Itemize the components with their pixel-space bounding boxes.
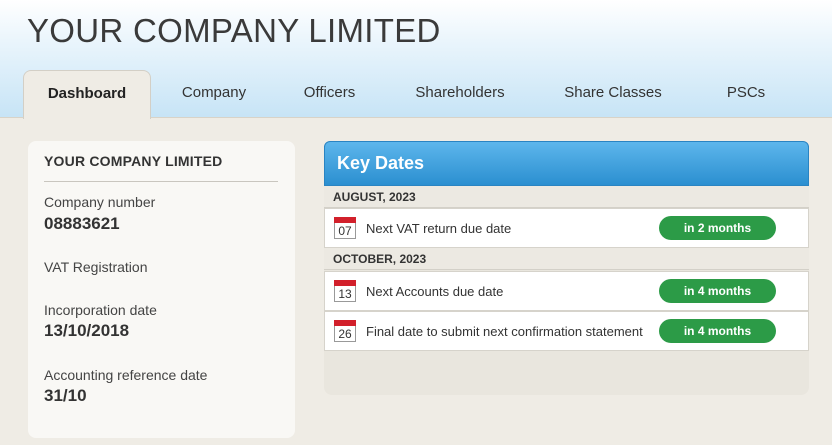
key-date-row[interactable]: 26 Final date to submit next confirmatio… <box>324 311 809 351</box>
incorporation-date-value: 13/10/2018 <box>44 321 130 340</box>
due-badge: in 4 months <box>659 279 776 303</box>
company-card-title: YOUR COMPANY LIMITED <box>44 153 223 169</box>
calendar-icon: 13 <box>334 280 356 302</box>
calendar-day: 26 <box>338 327 352 341</box>
key-dates-panel: Key Dates AUGUST, 2023 07 Next VAT retur… <box>324 141 809 395</box>
page-header: YOUR COMPANY LIMITED Dashboard Company O… <box>0 0 832 119</box>
calendar-day: 13 <box>338 287 352 301</box>
key-date-label: Next VAT return due date <box>366 221 512 236</box>
company-number-label: Company number <box>44 194 156 210</box>
company-number-value: 08883621 <box>44 214 120 233</box>
vat-registration-label: VAT Registration <box>44 259 148 275</box>
month-group-header: AUGUST, 2023 <box>324 186 809 208</box>
key-date-row[interactable]: 07 Next VAT return due date in 2 months <box>324 208 809 248</box>
incorporation-date-label: Incorporation date <box>44 302 157 318</box>
tab-dashboard[interactable]: Dashboard <box>23 70 151 119</box>
due-badge: in 2 months <box>659 216 776 240</box>
key-date-row[interactable]: 13 Next Accounts due date in 4 months <box>324 271 809 311</box>
due-badge: in 4 months <box>659 319 776 343</box>
month-group-header: OCTOBER, 2023 <box>324 248 809 270</box>
key-date-label: Final date to submit next confirmation s… <box>366 324 643 339</box>
accounting-reference-date-value: 31/10 <box>44 386 87 405</box>
key-date-label: Next Accounts due date <box>366 284 504 299</box>
tab-bar: Dashboard Company Officers Shareholders … <box>0 70 832 119</box>
tab-shareholders[interactable]: Shareholders <box>395 70 525 118</box>
month-label: AUGUST, 2023 <box>333 190 416 204</box>
calendar-icon: 07 <box>334 217 356 239</box>
tab-share-classes[interactable]: Share Classes <box>545 70 681 118</box>
tab-pscs[interactable]: PSCs <box>700 70 792 118</box>
company-name-heading: YOUR COMPANY LIMITED <box>27 12 441 49</box>
key-dates-title: Key Dates <box>337 153 425 173</box>
company-summary-card: YOUR COMPANY LIMITED Company number 0888… <box>28 141 295 438</box>
key-dates-header: Key Dates <box>324 141 809 186</box>
accounting-reference-date-label: Accounting reference date <box>44 367 208 383</box>
tab-officers[interactable]: Officers <box>282 70 377 118</box>
calendar-icon: 26 <box>334 320 356 342</box>
company-card-divider <box>44 181 278 182</box>
month-label: OCTOBER, 2023 <box>333 252 427 266</box>
tab-company[interactable]: Company <box>160 70 268 118</box>
calendar-day: 07 <box>338 224 352 238</box>
